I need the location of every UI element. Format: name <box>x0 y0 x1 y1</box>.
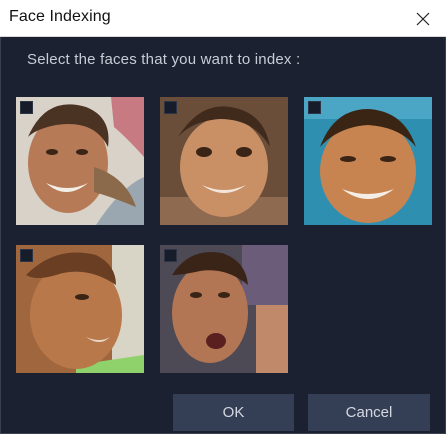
face-checkbox[interactable] <box>164 249 177 262</box>
face-thumbnail-icon <box>16 245 144 373</box>
dialog-content: Select the faces that you want to index … <box>0 37 446 434</box>
close-icon <box>416 12 430 25</box>
face-thumbnail-3[interactable] <box>304 97 432 225</box>
face-thumbnail-5[interactable] <box>160 245 288 373</box>
face-thumbnail-icon <box>160 245 288 373</box>
cancel-button[interactable]: Cancel <box>308 394 430 431</box>
face-thumbnail-icon <box>304 97 432 225</box>
title-bar: Face Indexing <box>0 0 446 37</box>
face-checkbox[interactable] <box>20 249 33 262</box>
face-thumbnail-4[interactable] <box>16 245 144 373</box>
face-thumbnail-icon <box>160 97 288 225</box>
dialog-title: Face Indexing <box>9 8 111 25</box>
face-checkbox[interactable] <box>20 101 33 114</box>
face-thumbnail-2[interactable] <box>160 97 288 225</box>
close-button[interactable] <box>400 0 446 37</box>
face-thumbnail-1[interactable] <box>16 97 144 225</box>
face-checkbox[interactable] <box>308 101 321 114</box>
instruction-text: Select the faces that you want to index … <box>27 51 301 68</box>
face-thumbnail-icon <box>16 97 144 225</box>
face-checkbox[interactable] <box>164 101 177 114</box>
ok-button[interactable]: OK <box>173 394 294 431</box>
